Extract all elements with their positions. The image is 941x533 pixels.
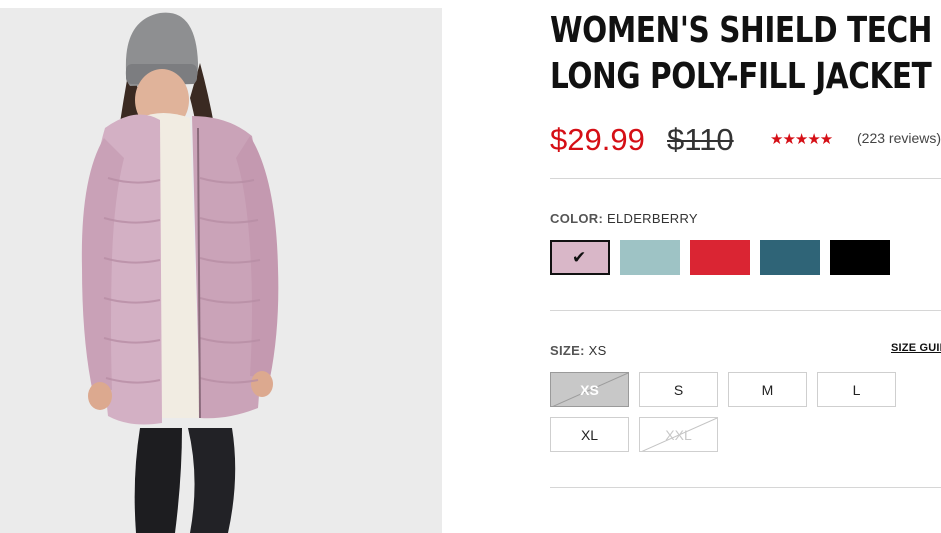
size-option-label: XXL (665, 426, 692, 443)
size-option-xl[interactable]: XL (550, 417, 629, 452)
divider (550, 310, 941, 311)
product-title-line-2: LONG POLY-FILL JACKET (550, 56, 932, 97)
selected-size-name: XS (588, 343, 607, 358)
size-option-label: S (673, 381, 684, 398)
price-row: $29.99 $110 ★★★★★ (223 reviews) (550, 122, 941, 162)
color-swatch-elderberry[interactable]: ✔ (550, 240, 610, 275)
size-option-xxl[interactable]: XXL (639, 417, 718, 452)
size-option-xs[interactable]: XS (550, 372, 629, 407)
size-guide-link[interactable]: SIZE GUIDE (891, 342, 941, 354)
check-icon: ✔ (572, 248, 587, 267)
product-image[interactable] (0, 8, 442, 533)
sale-price: $29.99 (550, 122, 645, 157)
size-option-label: XL (580, 426, 599, 443)
color-swatch-red[interactable] (690, 240, 750, 275)
product-title: WOMEN'S SHIELD TECH LONG POLY-FILL JACKE… (550, 8, 932, 100)
product-title-line-1: WOMEN'S SHIELD TECH (550, 10, 933, 51)
review-count-link[interactable]: (223 reviews) (857, 130, 941, 146)
size-option-m[interactable]: M (728, 372, 807, 407)
color-label: COLOR: ELDERBERRY (550, 211, 698, 226)
color-swatch-light-teal[interactable] (620, 240, 680, 275)
selected-color-name: ELDERBERRY (607, 211, 698, 226)
size-option-s[interactable]: S (639, 372, 718, 407)
size-option-label: M (761, 381, 774, 398)
original-price: $110 (667, 122, 734, 157)
divider (550, 178, 941, 179)
size-label: SIZE: XS (550, 343, 607, 358)
size-option-l[interactable]: L (817, 372, 896, 407)
color-label-title: COLOR: (550, 211, 604, 226)
size-label-title: SIZE: (550, 343, 585, 358)
color-swatch-dark-teal[interactable] (760, 240, 820, 275)
divider (550, 487, 941, 488)
size-option-label: XS (580, 381, 599, 398)
model-in-jacket-illustration (81, 12, 279, 533)
rating-stars-icon[interactable]: ★★★★★ (770, 130, 833, 148)
product-details-panel: WOMEN'S SHIELD TECH LONG POLY-FILL JACKE… (550, 0, 941, 533)
color-swatch-black[interactable] (830, 240, 890, 275)
size-option-label: L (852, 381, 861, 398)
